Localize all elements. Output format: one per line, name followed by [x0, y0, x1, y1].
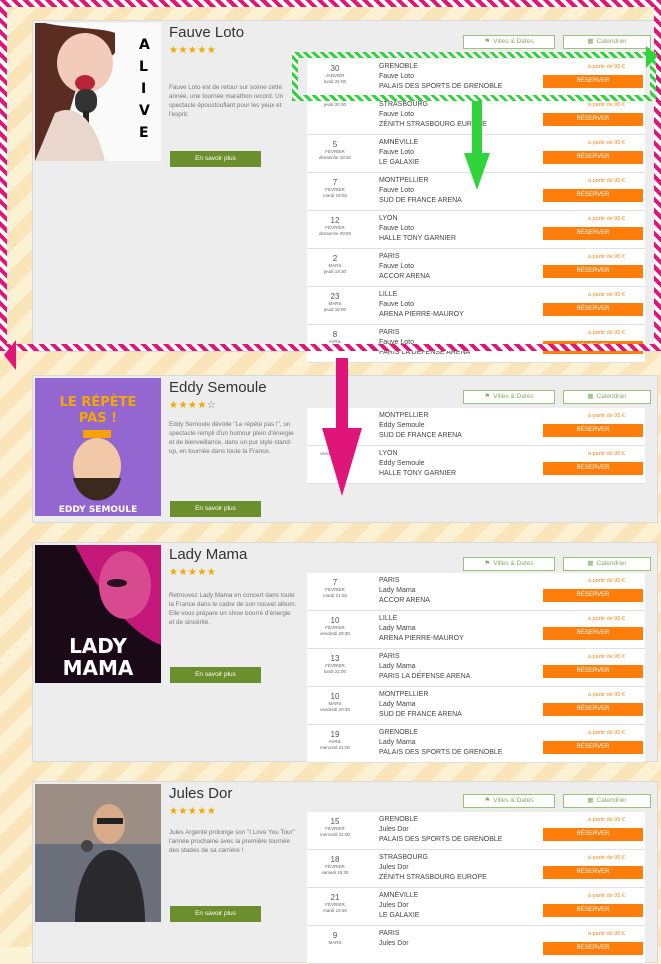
- green-arrow-right-head: [646, 46, 658, 68]
- pink-arrow-head: [322, 428, 362, 496]
- pink-arrow-left-head: [4, 340, 16, 370]
- green-arrow-shaft: [472, 101, 482, 153]
- green-arrow-head: [464, 153, 490, 190]
- annotation-arrows: [4, 46, 658, 496]
- pink-arrow-shaft: [336, 358, 348, 428]
